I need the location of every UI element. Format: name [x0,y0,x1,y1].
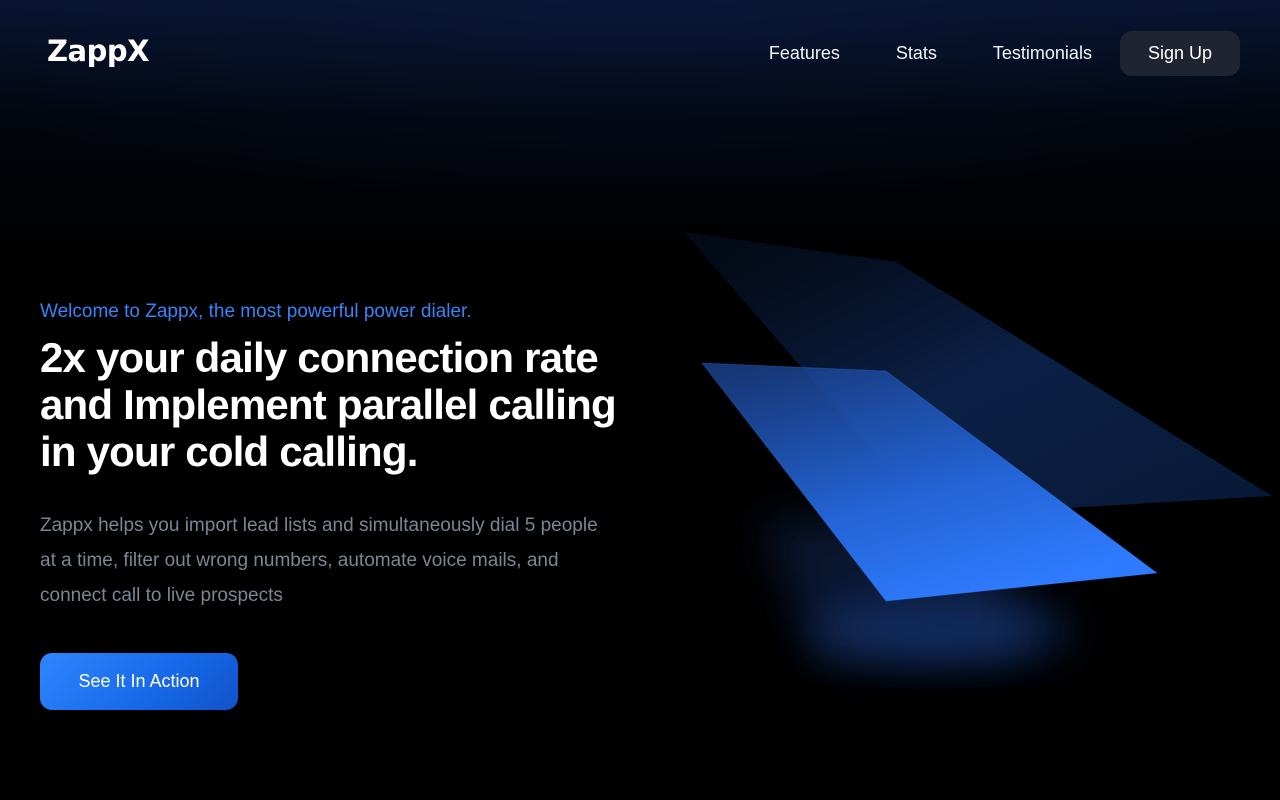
sign-up-button[interactable]: Sign Up [1119,30,1240,76]
main-nav: Features Stats Testimonials Sign Up [769,30,1240,76]
hero-illustration [684,232,1272,660]
hero-headline: 2x your daily connection rate and Implem… [40,334,617,475]
nav-link-testimonials[interactable]: Testimonials [993,43,1092,64]
hero-tagline: Welcome to Zappx, the most powerful powe… [40,301,472,322]
brand-logo[interactable]: ZappX [47,34,149,68]
landing-page: ZappX Features Stats Testimonials Sign U… [0,0,1280,800]
see-it-in-action-button[interactable]: See It In Action [40,653,238,710]
nav-link-stats[interactable]: Stats [896,43,937,64]
hero-section: Welcome to Zappx, the most powerful powe… [40,298,660,710]
nav-link-features[interactable]: Features [769,43,840,64]
hero-description: Zappx helps you import lead lists and si… [40,515,598,606]
